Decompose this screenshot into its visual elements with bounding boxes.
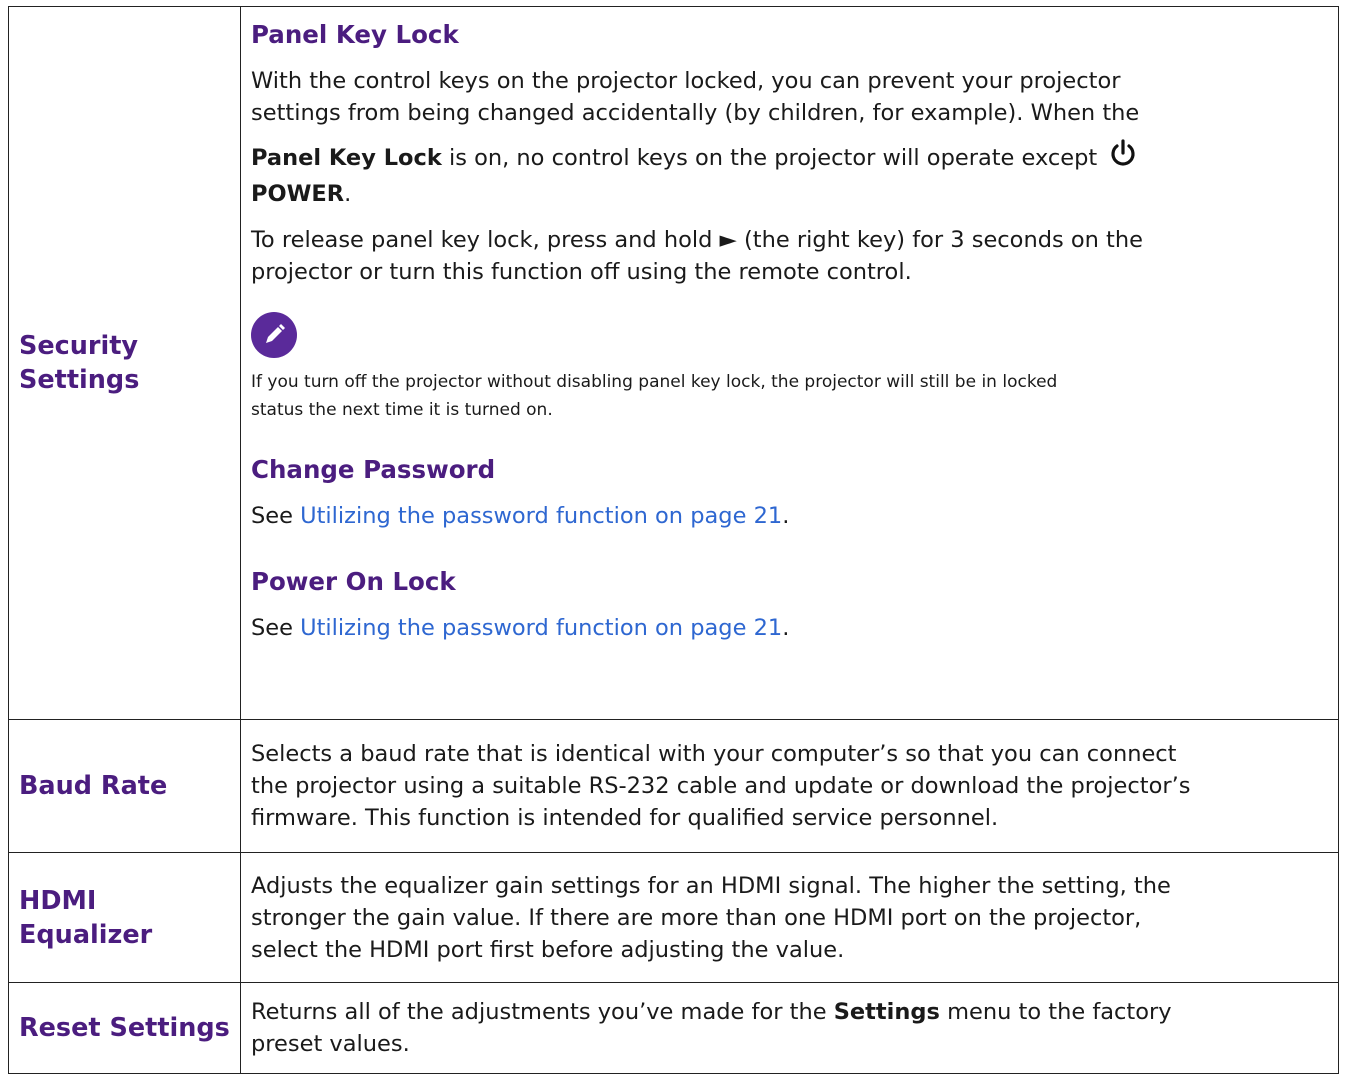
text-run: .: [782, 503, 790, 529]
text-line: the projector using a suitable RS-232 ca…: [251, 773, 1191, 799]
row-label: Baud Rate: [19, 771, 168, 801]
subsection-heading: Power On Lock: [251, 567, 456, 596]
paragraph: See Utilizing the password function on p…: [251, 500, 1330, 532]
pencil-icon: [251, 312, 297, 358]
row-label-line: Equalizer: [19, 919, 153, 950]
bold-term: POWER: [251, 181, 345, 207]
text-run: menu to the factory: [939, 999, 1172, 1025]
row-description-cell: Returns all of the adjustments you’ve ma…: [240, 982, 1339, 1074]
text-run: .: [344, 181, 352, 207]
table-row: Security Settings Panel Key Lock With th…: [8, 6, 1339, 720]
text-line: status the next time it is turned on.: [251, 400, 553, 420]
text-run: Returns all of the adjustments you’ve ma…: [251, 999, 834, 1025]
paragraph: With the control keys on the projector l…: [251, 65, 1330, 129]
settings-table: Security Settings Panel Key Lock With th…: [8, 6, 1339, 1074]
paragraph: See Utilizing the password function on p…: [251, 612, 1330, 644]
text-line: select the HDMI port first before adjust…: [251, 936, 845, 963]
row-label-cell: Reset Settings: [8, 982, 241, 1074]
paragraph: To release panel key lock, press and hol…: [251, 224, 1330, 288]
bold-term: Settings: [833, 999, 940, 1025]
bold-term: Panel Key Lock: [251, 145, 442, 171]
row-label: HDMI Equalizer: [19, 884, 240, 952]
paragraph: Panel Key Lock is on, no control keys on…: [251, 139, 1330, 210]
text-run: .: [782, 615, 790, 641]
text-line: firmware. This function is intended for …: [251, 805, 999, 831]
table-row: Reset Settings Returns all of the adjust…: [8, 982, 1339, 1074]
row-description-cell: Panel Key Lock With the control keys on …: [240, 6, 1339, 720]
row-description-cell: Adjusts the equalizer gain settings for …: [240, 852, 1339, 983]
paragraph: Adjusts the equalizer gain settings for …: [251, 870, 1330, 966]
row-description-cell: Selects a baud rate that is identical wi…: [240, 719, 1339, 853]
text-line: Adjusts the equalizer gain settings for …: [251, 872, 1171, 899]
row-label-line: Settings: [19, 365, 140, 395]
power-icon: [1108, 139, 1138, 178]
password-function-link[interactable]: Utilizing the password function on page …: [300, 503, 782, 529]
text-line: If you turn off the projector without di…: [251, 372, 1058, 392]
text-run: is on, no control keys on the projector …: [441, 145, 1105, 171]
subsection-heading: Change Password: [251, 455, 496, 484]
text-line: settings from being changed accidentally…: [251, 100, 1140, 126]
row-label-line: HDMI: [19, 885, 97, 916]
row-label: Security Settings: [19, 329, 240, 397]
table-row: Baud Rate Selects a baud rate that is id…: [8, 719, 1339, 853]
text-line: preset values.: [251, 1031, 410, 1057]
password-function-link[interactable]: Utilizing the password function on page …: [300, 615, 782, 641]
paragraph: Returns all of the adjustments you’ve ma…: [251, 996, 1330, 1060]
text-line: To release panel key lock, press and hol…: [251, 227, 1143, 253]
note-block: If you turn off the projector without di…: [251, 312, 1330, 424]
text-line: stronger the gain value. If there are mo…: [251, 904, 1142, 931]
row-label-cell: Security Settings: [8, 6, 241, 720]
paragraph: Selects a baud rate that is identical wi…: [251, 738, 1330, 834]
text-line: With the control keys on the projector l…: [251, 68, 1121, 94]
row-label-cell: Baud Rate: [8, 719, 241, 853]
note-text: If you turn off the projector without di…: [251, 368, 1330, 424]
table-row: HDMI Equalizer Adjusts the equalizer gai…: [8, 852, 1339, 983]
text-run: See: [251, 615, 301, 641]
text-line: Selects a baud rate that is identical wi…: [251, 741, 1177, 767]
row-label-cell: HDMI Equalizer: [8, 852, 241, 983]
row-label: Reset Settings: [19, 1013, 230, 1043]
subsection-heading: Panel Key Lock: [251, 20, 459, 49]
text-line: projector or turn this function off usin…: [251, 259, 912, 285]
text-run: See: [251, 503, 301, 529]
row-label-line: Security: [19, 331, 139, 361]
